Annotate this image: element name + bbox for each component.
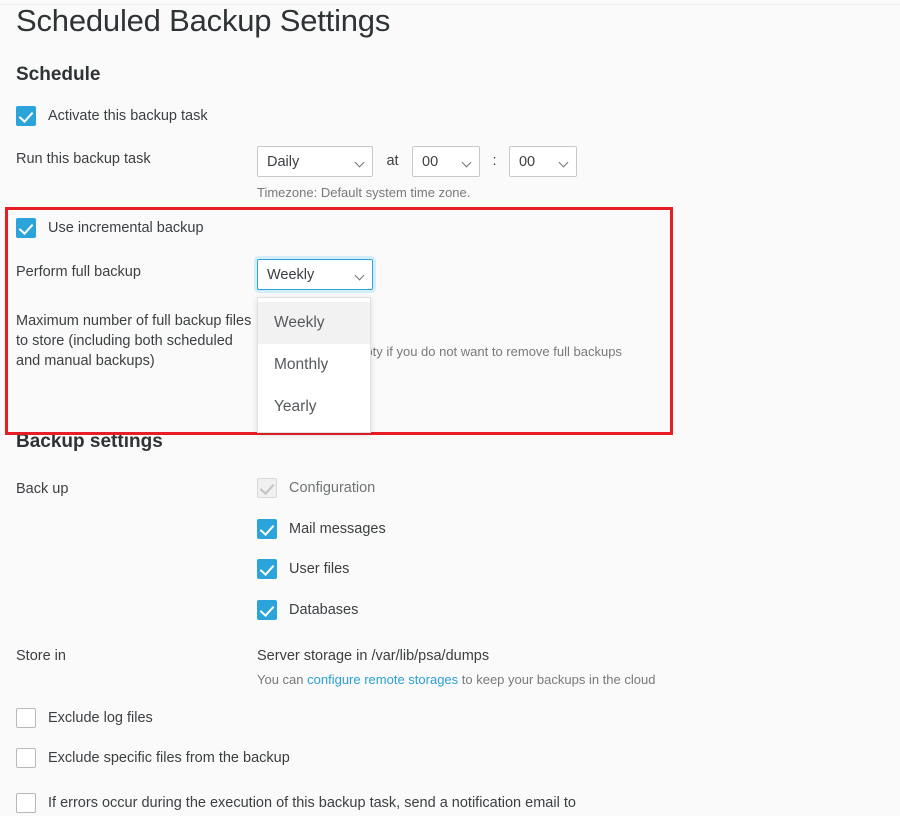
exclude-specific-files-row[interactable]: Exclude specific files from the backup	[16, 748, 290, 768]
minute-select[interactable]: 00	[508, 146, 577, 177]
use-incremental-backup-label: Use incremental backup	[48, 220, 204, 236]
perform-full-backup-control: Weekly	[257, 259, 636, 290]
minute-select-value: 00	[518, 153, 536, 170]
store-in-hint-suffix: to keep your backups in the cloud	[458, 672, 656, 687]
use-incremental-backup-checkbox[interactable]	[16, 218, 36, 238]
backup-item-databases-checkbox[interactable]	[257, 600, 277, 620]
exclude-specific-files-label: Exclude specific files from the backup	[48, 750, 290, 766]
error-notification-email-row[interactable]: If errors occur during the execution of …	[16, 793, 576, 813]
back-up-label: Back up	[16, 481, 69, 497]
hour-select-value: 00	[422, 153, 439, 170]
backup-item-databases-row[interactable]: Databases	[257, 600, 358, 620]
full-backup-frequency-select[interactable]: Weekly	[257, 259, 373, 290]
run-backup-task-label: Run this backup task	[16, 151, 151, 167]
time-colon-separator: :	[492, 153, 497, 169]
chevron-down-icon	[560, 159, 568, 164]
backup-settings-section-heading: Backup settings	[16, 431, 163, 452]
full-backup-frequency-dropdown-menu[interactable]: Weekly Monthly Yearly	[257, 297, 371, 433]
store-in-hint-prefix: You can	[257, 672, 308, 687]
exclude-log-files-checkbox[interactable]	[16, 708, 36, 728]
store-in-hint: You can configure remote storages to kee…	[257, 671, 776, 689]
exclude-log-files-label: Exclude log files	[48, 710, 153, 726]
chevron-down-icon	[356, 159, 364, 164]
dropdown-option-yearly[interactable]: Yearly	[258, 386, 370, 428]
exclude-log-files-row[interactable]: Exclude log files	[16, 708, 153, 728]
backup-item-configuration-row: Configuration	[257, 478, 375, 498]
backup-item-databases-label: Databases	[289, 602, 359, 618]
error-notification-email-label: If errors occur during the execution of …	[48, 795, 576, 811]
dropdown-option-monthly[interactable]: Monthly	[258, 344, 370, 386]
use-incremental-backup-checkbox-row[interactable]: Use incremental backup	[16, 218, 204, 238]
backup-item-mail-messages-row[interactable]: Mail messages	[257, 519, 386, 539]
page-title: Scheduled Backup Settings	[16, 3, 391, 38]
configure-remote-storages-link[interactable]: configure remote storages	[307, 672, 458, 687]
run-backup-task-controls: Daily at 00 : 00 Timezone: Default syste…	[257, 146, 636, 202]
settings-page: Scheduled Backup Settings Schedule Activ…	[0, 0, 900, 813]
backup-item-user-files-row[interactable]: User files	[257, 559, 349, 579]
perform-full-backup-row: Perform full backup Weekly	[16, 259, 636, 290]
store-in-label: Store in	[16, 648, 66, 664]
perform-full-backup-label: Perform full backup	[16, 264, 141, 280]
frequency-select-value: Daily	[267, 153, 300, 170]
max-full-backups-label: Maximum number of full backup files to s…	[16, 313, 252, 369]
exclude-specific-files-checkbox[interactable]	[16, 748, 36, 768]
run-backup-task-row: Run this backup task Daily at 00 : 00 Ti…	[16, 146, 636, 202]
store-in-row: Store in Server storage in /var/lib/psa/…	[16, 646, 776, 689]
hour-select[interactable]: 00	[412, 146, 480, 177]
backup-item-configuration-label: Configuration	[289, 480, 376, 496]
activate-backup-task-label: Activate this backup task	[48, 108, 208, 124]
chevron-down-icon	[463, 159, 471, 164]
store-in-value-group: Server storage in /var/lib/psa/dumps You…	[257, 646, 776, 689]
store-in-value: Server storage in /var/lib/psa/dumps	[257, 648, 490, 664]
backup-item-mail-messages-checkbox[interactable]	[257, 519, 277, 539]
frequency-select[interactable]: Daily	[257, 146, 373, 177]
backup-item-configuration-checkbox	[257, 478, 277, 498]
backup-item-user-files-label: User files	[289, 561, 350, 577]
at-separator-label: at	[386, 153, 399, 169]
chevron-down-icon	[356, 272, 364, 277]
activate-backup-task-checkbox[interactable]	[16, 106, 36, 126]
backup-item-user-files-checkbox[interactable]	[257, 559, 277, 579]
activate-backup-task-checkbox-row[interactable]: Activate this backup task	[16, 106, 208, 126]
full-backup-frequency-value: Weekly	[267, 266, 315, 283]
dropdown-option-weekly[interactable]: Weekly	[258, 302, 370, 344]
schedule-section-heading: Schedule	[16, 64, 101, 85]
backup-item-mail-messages-label: Mail messages	[289, 521, 386, 537]
timezone-hint: Timezone: Default system time zone.	[257, 185, 471, 200]
error-notification-email-checkbox[interactable]	[16, 793, 36, 813]
